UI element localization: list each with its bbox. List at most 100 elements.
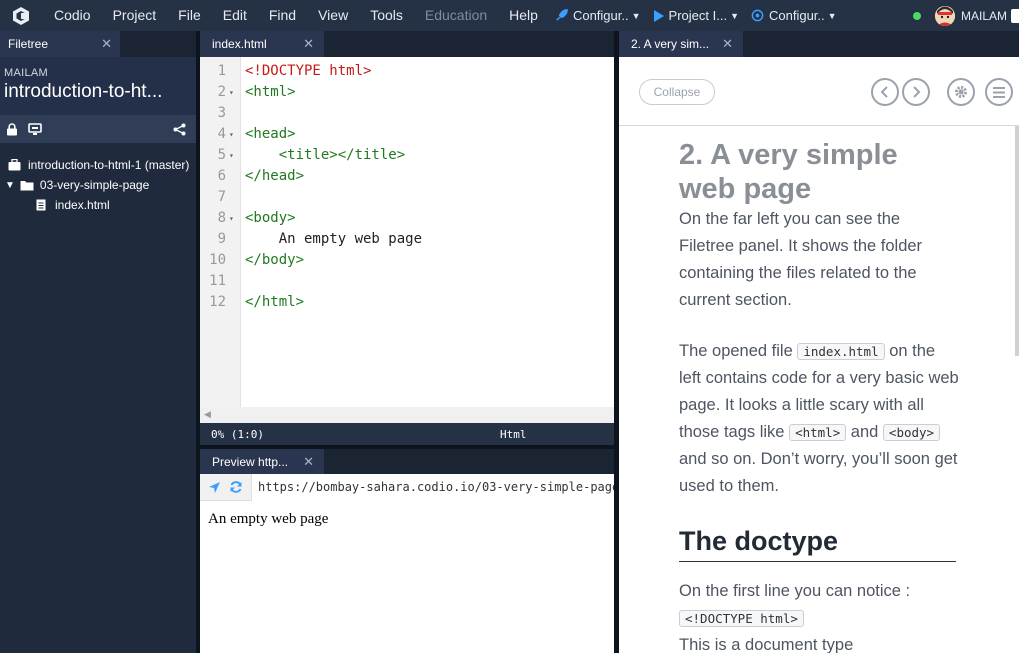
code-line: 1 <!DOCTYPE html> bbox=[200, 61, 614, 82]
codio-logo-icon[interactable] bbox=[11, 6, 31, 26]
code-text: An empty web page bbox=[245, 231, 423, 247]
lock-icon[interactable] bbox=[6, 122, 18, 136]
tree-file-label: index.html bbox=[55, 198, 110, 212]
play-icon bbox=[653, 9, 664, 22]
guide-panel: 2. A very sim... ✕ Collapse 2. A very si… bbox=[619, 31, 1019, 653]
next-button[interactable] bbox=[902, 78, 930, 106]
fold-icon[interactable]: ▾ bbox=[229, 82, 234, 103]
tab-guide[interactable]: 2. A very sim... ✕ bbox=[619, 31, 743, 57]
close-icon[interactable]: ✕ bbox=[101, 36, 112, 52]
panel-divider[interactable] bbox=[200, 445, 614, 449]
filetree-tabbar: Filetree ✕ bbox=[0, 31, 196, 57]
tab-preview[interactable]: Preview http... ✕ bbox=[200, 449, 324, 474]
code-line: 7 bbox=[200, 187, 614, 208]
menu-file[interactable]: File bbox=[167, 0, 212, 31]
run-project-index-label: Project I... bbox=[668, 8, 728, 23]
code-line: 6 </head> bbox=[200, 166, 614, 187]
panel-divider[interactable] bbox=[196, 31, 200, 653]
menu-help[interactable]: Help bbox=[498, 0, 549, 31]
menu-edit[interactable]: Edit bbox=[212, 0, 258, 31]
guide-tabbar: 2. A very sim... ✕ bbox=[619, 31, 1019, 57]
run-configure-button-2[interactable]: Configur.. ▼ bbox=[745, 0, 843, 31]
run-project-index-button[interactable]: Project I... ▼ bbox=[647, 0, 745, 31]
syntax-mode[interactable]: Html bbox=[500, 428, 527, 441]
preview-panel: Preview http... ✕ https://bombay-sahara.… bbox=[200, 449, 614, 653]
briefcase-icon bbox=[8, 159, 21, 171]
expand-caret-icon[interactable]: ▼ bbox=[5, 180, 15, 191]
line-number: 10 bbox=[209, 252, 226, 268]
code-text: </head> bbox=[245, 168, 305, 184]
username-label[interactable]: MAILAM bbox=[961, 9, 1007, 23]
preview-content: An empty web page bbox=[208, 511, 329, 527]
user-avatar[interactable] bbox=[934, 5, 955, 26]
scroll-left-icon[interactable]: ◀ bbox=[204, 409, 211, 420]
tab-index-html[interactable]: index.html ✕ bbox=[200, 31, 324, 57]
guide-paragraph-3: On the first line you can notice : <!DOC… bbox=[679, 578, 959, 653]
tab-preview-label: Preview http... bbox=[212, 454, 289, 469]
tree-root-row[interactable]: introduction-to-html-1 (master) bbox=[0, 155, 196, 175]
file-tree: introduction-to-html-1 (master) ▼ 03-ver… bbox=[0, 143, 196, 215]
menu-project[interactable]: Project bbox=[102, 0, 168, 31]
rocket-icon bbox=[556, 9, 568, 21]
code-line: 8 ▾ <body> bbox=[200, 208, 614, 229]
horizontal-scrollbar[interactable]: ◀ bbox=[200, 407, 614, 423]
filetree-panel: Filetree ✕ MAILAM introduction-to-ht... bbox=[0, 31, 196, 653]
tree-file-row[interactable]: index.html bbox=[0, 195, 196, 215]
code-line: 10 </body> bbox=[200, 250, 614, 271]
chevron-down-icon: ▼ bbox=[631, 10, 641, 21]
close-icon[interactable]: ✕ bbox=[303, 454, 314, 470]
top-menubar: Codio Project File Edit Find View Tools … bbox=[0, 0, 1019, 31]
online-status-dot bbox=[912, 11, 921, 20]
collapse-button[interactable]: Collapse bbox=[639, 79, 715, 105]
previous-button[interactable] bbox=[871, 78, 899, 106]
cursor-position: 0% (1:0) bbox=[211, 427, 264, 441]
settings-button[interactable] bbox=[947, 78, 975, 106]
file-icon bbox=[36, 199, 46, 211]
preview-tabbar: Preview http... ✕ bbox=[200, 449, 614, 474]
code-text: <html> bbox=[245, 84, 296, 100]
tab-guide-label: 2. A very sim... bbox=[631, 37, 710, 51]
tab-filetree[interactable]: Filetree ✕ bbox=[0, 31, 120, 57]
refresh-icon[interactable] bbox=[229, 480, 243, 494]
monitor-icon[interactable] bbox=[28, 122, 42, 136]
menu-view[interactable]: View bbox=[307, 0, 359, 31]
paragraph-text: and bbox=[846, 423, 883, 441]
fold-icon[interactable]: ▾ bbox=[229, 124, 234, 145]
gear-icon bbox=[955, 86, 967, 98]
tab-filetree-label: Filetree bbox=[8, 37, 49, 51]
menu-education[interactable]: Education bbox=[414, 0, 498, 31]
project-actions bbox=[0, 115, 196, 143]
navigate-icon[interactable] bbox=[208, 481, 221, 494]
line-number: 1 bbox=[217, 63, 226, 79]
menu-find[interactable]: Find bbox=[258, 0, 307, 31]
code-text: <head> bbox=[245, 126, 296, 142]
guide-scrollbar[interactable] bbox=[1015, 126, 1019, 356]
preview-url-input[interactable]: https://bombay-sahara.codio.io/03-very-s… bbox=[251, 473, 614, 501]
user-menu-edge[interactable] bbox=[1011, 8, 1019, 23]
run-configure-button-1[interactable]: Configur.. ▼ bbox=[549, 0, 647, 31]
close-icon[interactable]: ✕ bbox=[303, 36, 314, 52]
chevron-down-icon: ▼ bbox=[827, 10, 837, 21]
close-icon[interactable]: ✕ bbox=[722, 36, 733, 52]
line-number: 2 bbox=[217, 84, 226, 100]
editor-statusbar: 0% (1:0) Html bbox=[200, 423, 614, 445]
project-header: MAILAM introduction-to-ht... bbox=[0, 57, 196, 115]
line-number: 9 bbox=[217, 231, 226, 247]
line-number: 3 bbox=[217, 105, 226, 121]
project-owner: MAILAM bbox=[4, 67, 48, 79]
fold-icon[interactable]: ▾ bbox=[229, 145, 234, 166]
code-text: </body> bbox=[245, 252, 305, 268]
paragraph-text: On the first line you can notice : bbox=[679, 582, 911, 600]
line-number: 5 bbox=[217, 147, 226, 163]
menu-tools[interactable]: Tools bbox=[359, 0, 414, 31]
code-text: </html> bbox=[245, 294, 305, 310]
share-icon[interactable] bbox=[173, 123, 186, 136]
code-text: <body> bbox=[245, 210, 296, 226]
fold-icon[interactable]: ▾ bbox=[229, 208, 234, 229]
code-area[interactable]: 1 <!DOCTYPE html> 2 ▾ <html> 3 4 ▾ <head… bbox=[200, 57, 614, 407]
menu-codio[interactable]: Codio bbox=[43, 0, 102, 31]
code-line: 2 ▾ <html> bbox=[200, 82, 614, 103]
tree-folder-row[interactable]: ▼ 03-very-simple-page bbox=[0, 175, 196, 195]
guide-menu-button[interactable] bbox=[985, 78, 1013, 106]
panel-divider[interactable] bbox=[614, 31, 619, 653]
